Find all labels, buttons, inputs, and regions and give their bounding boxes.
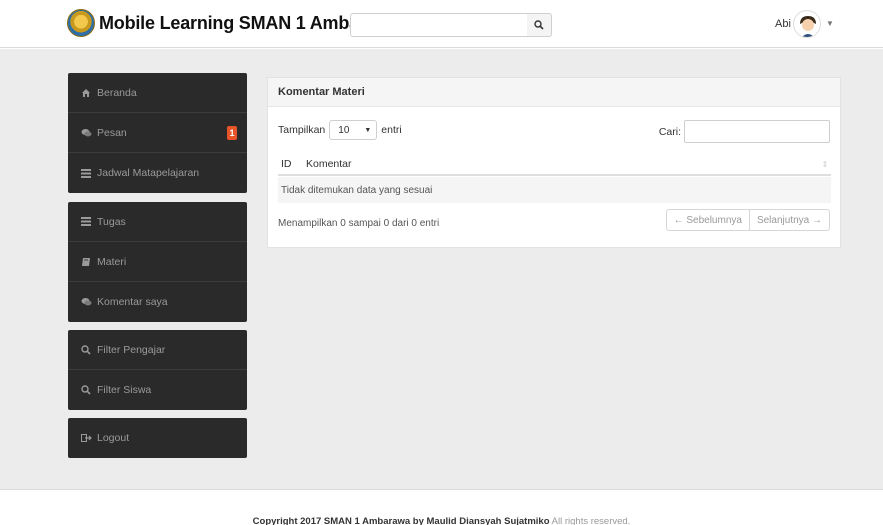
table-info: Menampilkan 0 sampai 0 dari 0 entri — [278, 218, 440, 229]
sidebar-item-tugas[interactable]: Tugas — [68, 202, 247, 242]
search-label: Cari: — [658, 125, 681, 138]
list-icon — [80, 216, 92, 228]
sidebar-item-label: Filter Siswa — [97, 384, 152, 396]
sidebar-group-filter: Filter Pengajar Filter Siswa — [68, 330, 247, 410]
top-navbar: Mobile Learning SMAN 1 Ambarawa Abi ▼ — [0, 0, 883, 48]
comments-icon — [80, 127, 92, 139]
footer: Copyright 2017 SMAN 1 Ambarawa by Maulid… — [0, 489, 883, 525]
chevron-down-icon[interactable]: ▼ — [826, 19, 834, 28]
sidebar-item-label: Pesan — [97, 126, 127, 139]
sidebar-item-label: Filter Pengajar — [97, 343, 166, 356]
avatar[interactable] — [793, 10, 821, 38]
previous-page-button[interactable]: ← Sebelumnya — [665, 209, 750, 231]
search-input[interactable] — [350, 13, 528, 37]
sidebar-group-main: Beranda Pesan 1 Jadwal Matapelajaran — [68, 73, 247, 193]
sidebar-item-label: Beranda — [97, 86, 137, 99]
sidebar-item-label: Jadwal Matapelajaran — [97, 167, 200, 179]
sidebar-item-jadwal[interactable]: Jadwal Matapelajaran — [68, 153, 247, 193]
page-length-value: 10 — [338, 124, 350, 136]
next-page-button[interactable]: Selanjutnya → — [749, 209, 830, 231]
search-icon — [80, 384, 92, 396]
user-avatar-icon — [795, 12, 820, 37]
column-header-komentar[interactable]: Komentar — [306, 158, 819, 170]
page-length-select[interactable]: 10 ▼ — [329, 120, 378, 140]
entries-label: entri — [381, 124, 402, 136]
show-label: Tampilkan — [278, 124, 326, 136]
sidebar-group-learning: Tugas Materi Komentar saya — [68, 202, 247, 322]
search-icon — [534, 20, 544, 30]
search-icon — [80, 344, 92, 356]
footer-rights: All rights reserved. — [551, 516, 631, 525]
footer-copyright: Copyright 2017 SMAN 1 Ambarawa by Maulid… — [252, 516, 550, 525]
sort-icon[interactable]: ⇕ — [819, 160, 831, 169]
sign-out-icon — [80, 432, 92, 444]
sidebar-item-komentar-saya[interactable]: Komentar saya — [68, 282, 247, 322]
search-button[interactable] — [527, 13, 552, 37]
table-search-input[interactable] — [684, 120, 830, 143]
sidebar-item-logout[interactable]: Logout — [68, 418, 247, 458]
chevron-down-icon: ▼ — [364, 126, 372, 134]
column-header-id[interactable]: ID — [278, 158, 306, 170]
sidebar-item-filter-pengajar[interactable]: Filter Pengajar — [68, 330, 247, 370]
sidebar-item-filter-siswa[interactable]: Filter Siswa — [68, 370, 247, 410]
sidebar-item-pesan[interactable]: Pesan 1 — [68, 113, 247, 153]
comments-icon — [80, 296, 92, 308]
page-length-control: Tampilkan 10 ▼ entri — [278, 120, 402, 140]
komentar-materi-panel: Komentar Materi Tampilkan 10 ▼ entri Car… — [267, 77, 841, 248]
table-search-control: Cari: — [659, 120, 830, 143]
table-header: ID Komentar ⇕ — [278, 154, 831, 176]
school-logo-icon[interactable] — [67, 9, 95, 37]
sidebar-item-label: Tugas — [97, 215, 126, 228]
sidebar-item-label: Komentar saya — [97, 296, 168, 308]
book-icon — [80, 256, 92, 268]
footer-text: Copyright 2017 SMAN 1 Ambarawa by Maulid… — [0, 516, 883, 525]
sidebar-item-beranda[interactable]: Beranda — [68, 73, 247, 113]
pagination: ← Sebelumnya Selanjutnya → — [665, 209, 830, 231]
sidebar-group-account: Logout — [68, 418, 247, 458]
home-icon — [80, 87, 92, 99]
panel-title: Komentar Materi — [268, 78, 840, 107]
sidebar-item-label: Materi — [97, 255, 127, 268]
sidebar-item-materi[interactable]: Materi — [68, 242, 247, 282]
list-icon — [80, 167, 92, 179]
table-empty-row: Tidak ditemukan data yang sesuai — [278, 177, 831, 203]
user-name[interactable]: Abi — [775, 18, 791, 30]
sidebar-item-label: Logout — [97, 432, 130, 444]
notification-badge: 1 — [227, 126, 237, 140]
